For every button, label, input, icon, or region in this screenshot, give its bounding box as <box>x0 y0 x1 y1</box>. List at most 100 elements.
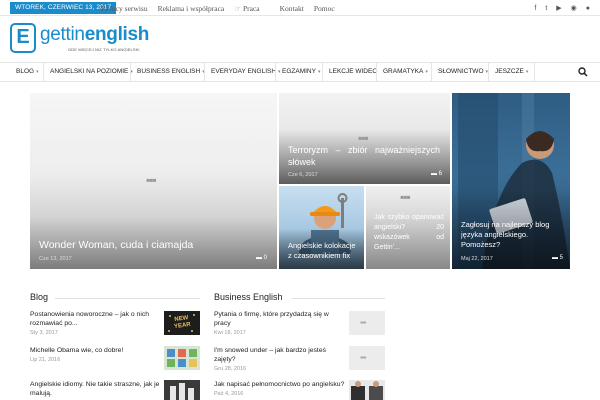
featured-top-date: Cze 6, 2017 <box>288 172 318 178</box>
logo-text-light: gettin <box>40 24 85 45</box>
nav-label: LEKCJE WIDEO <box>329 68 378 75</box>
placeholder-dots-icon: ▪▪▪ <box>400 190 411 204</box>
placeholder-dots-icon: ▪▪▪ <box>360 318 366 327</box>
featured-top-comments: ▬ 6 <box>431 171 442 177</box>
business-post-3-thumb[interactable] <box>349 380 385 400</box>
logo-mark-icon: E <box>10 23 36 53</box>
logo-wordmark: gettinenglish <box>40 24 149 46</box>
comment-icon: ▬ <box>431 171 437 177</box>
handshake-image <box>349 380 385 400</box>
board-game-image <box>164 346 200 370</box>
comment-icon: ▬ <box>256 255 262 261</box>
placeholder-dots-icon: ▪▪▪ <box>358 131 369 145</box>
post-date: Paź 4, 2016 <box>214 391 244 397</box>
nav-item-jeszcze[interactable]: JESZCZE ▾ <box>488 63 536 81</box>
placeholder-dots-icon: ▪▪▪ <box>146 173 157 187</box>
business-heading-line <box>292 298 385 299</box>
top-link-help[interactable]: Pomoc <box>314 4 335 13</box>
nav-label: BUSINESS ENGLISH <box>137 68 201 75</box>
business-heading[interactable]: Business English <box>214 292 283 302</box>
post-title[interactable]: Postanowienia noworoczne – jak o nich ro… <box>30 310 160 328</box>
facebook-icon[interactable]: f <box>534 5 536 12</box>
blog-heading[interactable]: Blog <box>30 292 48 302</box>
post-title[interactable]: Michelle Obama wie, co dobre! <box>30 346 160 355</box>
youtube-icon[interactable]: ▶ <box>556 4 561 12</box>
comment-count: 0 <box>263 255 268 261</box>
featured-main-comments: ▬ 0 <box>256 255 267 261</box>
top-bar: WTOREK, CZERWIEC 13, 2017 Twórcy serwisu… <box>0 0 600 16</box>
featured-mid-left-tile[interactable]: Angielskie kolokacje z czasownikiem fix <box>279 186 364 269</box>
business-post-3[interactable]: Jak napisać pełnomocnictwo po angielsku?… <box>214 380 349 397</box>
thumbs-up-icon: ☞ <box>234 3 241 13</box>
twitter-icon[interactable]: t <box>545 5 547 12</box>
post-title[interactable]: Angielskie idiomy. Nie takie straszne, j… <box>30 380 170 398</box>
comment-count: 6 <box>438 171 443 177</box>
featured-main-tile[interactable]: ▪▪▪ Wonder Woman, cuda i ciamajda Cze 13… <box>30 93 277 269</box>
post-date: Lip 21, 2016 <box>30 357 61 363</box>
nav-item-gramatyka[interactable]: GRAMATYKA ▾ <box>376 63 428 81</box>
search-icon[interactable] <box>578 67 588 77</box>
idioms-image <box>164 380 200 400</box>
chevron-down-icon: ▾ <box>317 69 321 75</box>
nav-label: EVERYDAY ENGLISH <box>211 68 277 75</box>
featured-right-title[interactable]: Zagłosuj na najlepszy blog języka angiel… <box>461 220 561 250</box>
top-link-ads[interactable]: Reklama i współpraca <box>158 4 225 13</box>
business-post-2-thumb[interactable]: ▪▪▪ <box>349 346 385 370</box>
placeholder-dots-icon: ▪▪▪ <box>360 353 366 362</box>
blog-post-3[interactable]: Angielskie idiomy. Nie takie straszne, j… <box>30 380 170 398</box>
top-link-jobs[interactable]: ☞ Praca <box>234 4 269 13</box>
post-date: Sty 3, 2017 <box>30 330 58 336</box>
featured-main-date: Cze 13, 2017 <box>39 256 72 262</box>
nav-item-everyday-english[interactable]: EVERYDAY ENGLISH ▾ <box>204 63 281 81</box>
logo-text-bold: english <box>84 24 150 45</box>
post-date: Kwi 18, 2017 <box>214 330 246 336</box>
top-links: Twórcy serwisu Reklama i współpraca ☞ Pra… <box>100 0 345 16</box>
featured-right-comments: ▬ 5 <box>552 255 563 261</box>
nav-label: GRAMATYKA <box>383 68 424 75</box>
featured-mid-right-title[interactable]: Jak szybko opanować angielski? 20 wskazó… <box>374 213 444 253</box>
post-date: Gru 28, 2016 <box>214 366 247 372</box>
featured-top-title[interactable]: Terroryzm – zbiór najważniejszych słówek <box>288 144 440 168</box>
main-nav: BLOG ▾ ANGIELSKI NA POZIOMIE ▾ BUSINESS EN… <box>0 62 600 82</box>
post-title[interactable]: Pytania o firmę, które przydadzą się w p… <box>214 310 344 328</box>
blog-heading-line <box>55 298 200 299</box>
nav-item-business-english[interactable]: BUSINESS ENGLISH ▾ <box>130 63 205 81</box>
featured-top-tile[interactable]: ▪▪▪ Terroryzm – zbiór najważniejszych sł… <box>279 93 450 184</box>
comment-count: 5 <box>559 255 564 261</box>
nav-label: BLOG <box>16 68 35 75</box>
comment-icon: ▬ <box>552 255 558 261</box>
chevron-down-icon: ▾ <box>425 69 428 75</box>
top-link-jobs-label: Praca <box>242 3 260 13</box>
nav-label: ANGIELSKI NA POZIOMIE <box>50 68 129 75</box>
nav-label: EGZAMINY <box>282 68 316 75</box>
top-link-contact[interactable]: Kontakt <box>280 4 304 13</box>
business-post-1-thumb[interactable]: ▪▪▪ <box>349 311 385 335</box>
top-link-creators[interactable]: Twórcy serwisu <box>100 4 148 13</box>
featured-mid-right-tile[interactable]: ▪▪▪ Jak szybko opanować angielski? 20 ws… <box>366 186 450 269</box>
featured-mid-left-title[interactable]: Angielskie kolokacje z czasownikiem fix <box>288 241 360 261</box>
blog-post-1-thumb[interactable]: NEW YEAR <box>164 311 200 335</box>
post-title[interactable]: I'm snowed under – jak bardzo jesteś zaj… <box>214 346 344 364</box>
site-logo[interactable]: E gettinenglish GDE WIĘCEJ NIŻ TYLKO ANG… <box>10 22 150 56</box>
blog-post-2-thumb[interactable] <box>164 346 200 370</box>
logo-tagline: GDE WIĘCEJ NIŻ TYLKO ANGIELSKI <box>68 47 140 52</box>
instagram-icon[interactable]: ◉ <box>571 4 577 12</box>
featured-main-title[interactable]: Wonder Woman, cuda i ciamajda <box>39 239 193 251</box>
blog-post-1[interactable]: Postanowienia noworoczne – jak o nich ro… <box>30 310 160 336</box>
chevron-down-icon: ▾ <box>36 69 39 75</box>
rss-icon[interactable]: ● <box>586 5 590 12</box>
featured-right-date: Maj 22, 2017 <box>461 256 493 262</box>
nav-label: JESZCZE <box>495 68 524 75</box>
nav-item-angielski-na-poziomie[interactable]: ANGIELSKI NA POZIOMIE ▾ <box>43 63 133 81</box>
nav-item-slownictwo[interactable]: SŁOWNICTWO ▾ <box>431 63 488 81</box>
nav-item-blog[interactable]: BLOG ▾ <box>10 63 39 81</box>
nav-label: SŁOWNICTWO <box>438 68 484 75</box>
business-post-2[interactable]: I'm snowed under – jak bardzo jesteś zaj… <box>214 346 344 372</box>
nav-item-egzaminy[interactable]: EGZAMINY ▾ <box>275 63 320 81</box>
post-title[interactable]: Jak napisać pełnomocnictwo po angielsku? <box>214 380 349 389</box>
blog-post-2[interactable]: Michelle Obama wie, co dobre! Lip 21, 20… <box>30 346 160 363</box>
blog-post-3-thumb[interactable] <box>164 380 200 400</box>
nav-item-lekcje-wideo[interactable]: LEKCJE WIDEO <box>322 63 377 81</box>
featured-right-tile[interactable]: Zagłosuj na najlepszy blog języka angiel… <box>452 93 570 269</box>
business-post-1[interactable]: Pytania o firmę, które przydadzą się w p… <box>214 310 344 336</box>
